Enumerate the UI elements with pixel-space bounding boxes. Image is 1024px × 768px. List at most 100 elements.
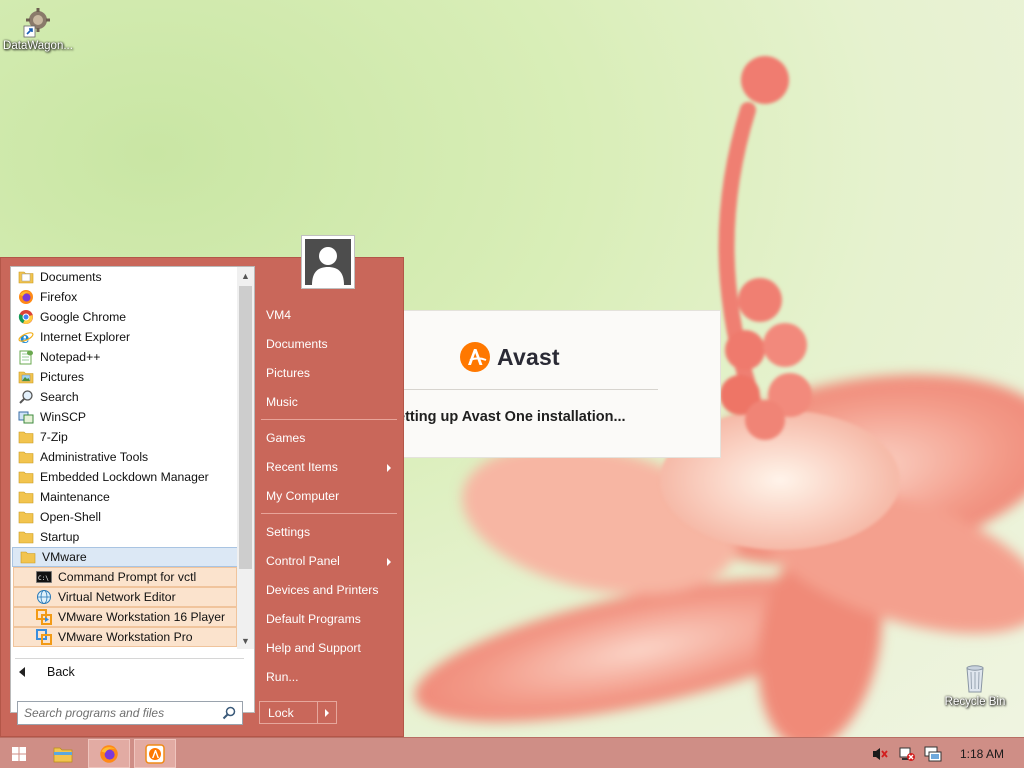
shutdown-options-button[interactable]: [318, 702, 336, 723]
program-item-label: Documents: [40, 270, 102, 284]
vmware-player-icon: [36, 609, 52, 625]
program-list-scrollbar[interactable]: ▲ ▼: [237, 267, 254, 649]
program-item-firefox[interactable]: Firefox: [11, 287, 239, 307]
settings-link[interactable]: Settings: [266, 525, 310, 539]
start-menu-programs-pane: Documents Firefox Google Chrome e Intern…: [10, 266, 255, 725]
avast-installer-dialog: Avast etting up Avast One installation..…: [396, 310, 721, 458]
lock-button[interactable]: Lock: [260, 702, 318, 723]
folder-icon: [18, 509, 34, 525]
submenu-arrow-icon: [387, 558, 391, 566]
vmware-item-command-prompt-vctl[interactable]: C:\ Command Prompt for vctl: [13, 567, 237, 587]
desktop-icon-recycle-bin[interactable]: Recycle Bin: [935, 662, 1015, 708]
search-icon: [18, 389, 34, 405]
recent-items-link[interactable]: Recent Items: [266, 460, 338, 474]
folder-icon: [20, 549, 36, 565]
program-item-label: VMware Workstation Pro: [58, 630, 193, 644]
program-item-label: Administrative Tools: [40, 450, 149, 464]
cmd-icon: C:\: [36, 569, 52, 585]
installation-status-text: etting up Avast One installation...: [397, 409, 626, 425]
taskbar-avast[interactable]: [134, 739, 176, 768]
user-folder-link[interactable]: VM4: [266, 308, 291, 322]
datawagon-shortcut-icon: [22, 6, 54, 38]
program-item-notepadpp[interactable]: Notepad++: [11, 347, 239, 367]
start-search-box[interactable]: [17, 701, 243, 725]
program-item-open-shell[interactable]: Open-Shell: [11, 507, 239, 527]
user-avatar[interactable]: [301, 235, 355, 289]
program-item-label: Google Chrome: [40, 310, 127, 324]
back-button[interactable]: Back: [19, 665, 75, 679]
pictures-link[interactable]: Pictures: [266, 366, 310, 380]
my-computer-link[interactable]: My Computer: [266, 489, 339, 503]
firefox-icon: [100, 744, 118, 763]
program-item-label: Command Prompt for vctl: [58, 570, 197, 584]
taskbar-file-explorer[interactable]: [46, 739, 80, 768]
search-icon[interactable]: [222, 706, 236, 720]
network-editor-icon: [36, 589, 52, 605]
taskbar-clock[interactable]: 1:18 AM: [960, 747, 1004, 761]
chrome-icon: [18, 309, 34, 325]
folder-pictures-icon: [18, 369, 34, 385]
default-programs-link[interactable]: Default Programs: [266, 612, 361, 626]
winscp-icon: [18, 409, 34, 425]
desktop-icon-label: Recycle Bin: [944, 696, 1006, 708]
program-item-startup[interactable]: Startup: [11, 527, 239, 547]
program-item-google-chrome[interactable]: Google Chrome: [11, 307, 239, 327]
folder-icon: [18, 489, 34, 505]
program-item-label: Firefox: [40, 290, 78, 304]
vmware-item-virtual-network-editor[interactable]: Virtual Network Editor: [13, 587, 237, 607]
monitor-icon[interactable]: [924, 746, 942, 762]
program-item-pictures[interactable]: Pictures: [11, 367, 239, 387]
back-arrow-icon: [19, 667, 25, 677]
program-item-label: VMware Workstation 16 Player: [58, 610, 226, 624]
run-link[interactable]: Run...: [266, 670, 299, 684]
folder-icon: [18, 449, 34, 465]
lock-button-group: Lock: [259, 701, 337, 724]
music-link[interactable]: Music: [266, 395, 298, 409]
program-item-documents[interactable]: Documents: [11, 267, 239, 287]
folder-icon: [18, 429, 34, 445]
vmware-item-workstation-16-player[interactable]: VMware Workstation 16 Player: [13, 607, 237, 627]
firefox-icon: [18, 289, 34, 305]
svg-text:C:\: C:\: [38, 575, 49, 582]
program-item-7zip[interactable]: 7-Zip: [11, 427, 239, 447]
program-item-label: 7-Zip: [40, 430, 68, 444]
folder-icon: [18, 529, 34, 545]
program-item-maintenance[interactable]: Maintenance: [11, 487, 239, 507]
file-explorer-icon: [53, 747, 73, 762]
divider: [397, 389, 658, 390]
scroll-down-arrow-icon[interactable]: ▼: [237, 632, 254, 649]
divider: [261, 419, 397, 420]
program-item-vmware[interactable]: VMware: [12, 547, 238, 567]
program-item-internet-explorer[interactable]: e Internet Explorer: [11, 327, 239, 347]
start-button[interactable]: [0, 739, 38, 768]
desktop-icon-datawagon[interactable]: DataWagon...: [0, 6, 78, 52]
vmware-item-workstation-pro[interactable]: VMware Workstation Pro: [13, 627, 237, 647]
program-item-label: Startup: [40, 530, 80, 544]
program-item-winscp[interactable]: WinSCP: [11, 407, 239, 427]
network-error-icon[interactable]: [898, 746, 916, 762]
control-panel-link[interactable]: Control Panel: [266, 554, 340, 568]
user-silhouette-icon: [305, 239, 351, 285]
taskbar-firefox[interactable]: [88, 739, 130, 768]
avast-logo: Avast: [459, 341, 560, 373]
desktop-icon-label: DataWagon...: [3, 40, 73, 52]
volume-muted-icon[interactable]: [872, 746, 890, 762]
scrollbar-thumb[interactable]: [239, 286, 252, 569]
games-link[interactable]: Games: [266, 431, 305, 445]
program-item-administrative-tools[interactable]: Administrative Tools: [11, 447, 239, 467]
avast-icon: [145, 743, 165, 764]
ie-icon: e: [18, 329, 34, 347]
program-item-label: Maintenance: [40, 490, 110, 504]
taskbar: 1:18 AM: [0, 737, 1024, 768]
avast-logo-icon: [460, 342, 490, 372]
devices-printers-link[interactable]: Devices and Printers: [266, 583, 378, 597]
notepadpp-icon: [18, 349, 34, 365]
program-list: Documents Firefox Google Chrome e Intern…: [11, 267, 239, 649]
vmware-pro-icon: [36, 629, 52, 645]
start-search-input[interactable]: [24, 706, 214, 720]
help-support-link[interactable]: Help and Support: [266, 641, 361, 655]
documents-link[interactable]: Documents: [266, 337, 328, 351]
program-item-search[interactable]: Search: [11, 387, 239, 407]
scroll-up-arrow-icon[interactable]: ▲: [237, 267, 254, 284]
program-item-embedded-lockdown-manager[interactable]: Embedded Lockdown Manager: [11, 467, 239, 487]
